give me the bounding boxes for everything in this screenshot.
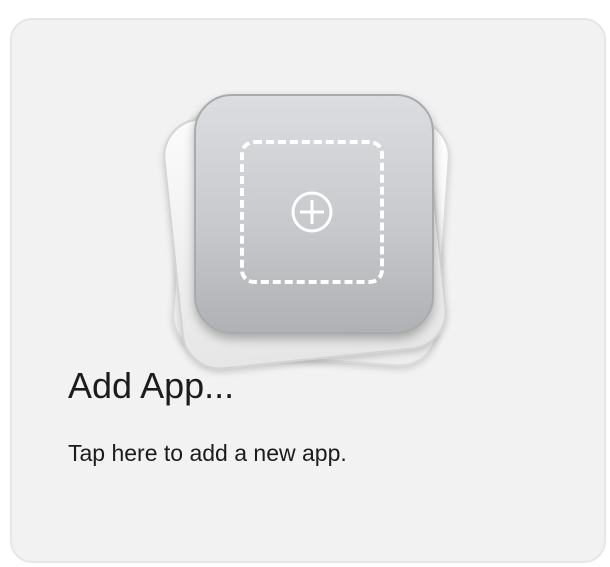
card-title: Add App... — [68, 365, 235, 406]
card-description: Tap here to add a new app. — [68, 440, 347, 466]
add-app-card[interactable]: Add App... Tap here to add a new app. — [10, 18, 606, 563]
app-tile-front — [194, 94, 434, 334]
dashed-square-icon — [240, 140, 384, 284]
app-stack-icon — [159, 84, 470, 384]
plus-circle-icon — [291, 191, 333, 233]
